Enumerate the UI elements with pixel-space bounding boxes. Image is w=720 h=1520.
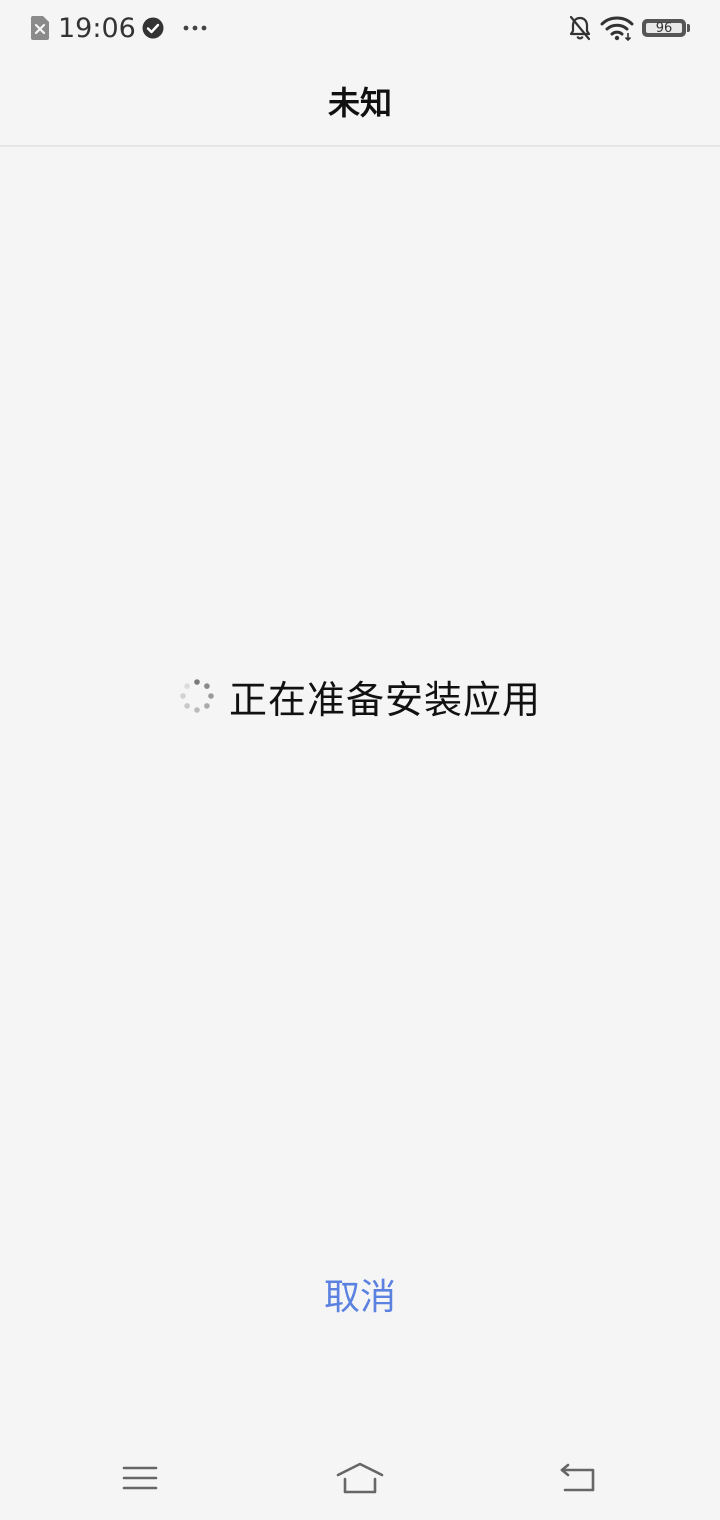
loading-text: 正在准备安装应用	[228, 677, 541, 722]
sim-error-icon	[31, 16, 49, 40]
nav-bar	[0, 1436, 720, 1520]
battery-icon: 96	[642, 18, 690, 38]
status-bar-left: 19:06	[30, 12, 208, 44]
battery-tip	[687, 24, 690, 32]
nav-home-button[interactable]	[328, 1454, 392, 1502]
cancel-button[interactable]: 取消	[300, 1262, 420, 1326]
page-title: 未知	[327, 83, 392, 122]
loading-row: 正在准备安装应用	[0, 666, 720, 726]
nav-menu-button[interactable]	[108, 1454, 172, 1502]
check-circle-icon	[142, 17, 164, 39]
wifi-icon	[600, 16, 634, 41]
loading-spinner-icon	[180, 679, 214, 713]
menu-icon	[122, 1466, 158, 1490]
nav-back-button[interactable]	[546, 1454, 610, 1502]
screen: 19:06 96 未知 正在准备安装应用 取消	[0, 0, 720, 1520]
more-dots-icon	[183, 25, 207, 31]
battery-level: 96	[646, 22, 682, 35]
home-icon	[336, 1462, 384, 1494]
bell-off-icon	[569, 15, 591, 41]
battery-body: 96	[642, 19, 686, 37]
back-icon	[560, 1463, 595, 1492]
status-bar-right: 96	[568, 12, 690, 44]
status-bar: 19:06 96	[0, 0, 720, 56]
header: 未知	[0, 56, 720, 147]
status-time: 19:06	[58, 12, 136, 44]
